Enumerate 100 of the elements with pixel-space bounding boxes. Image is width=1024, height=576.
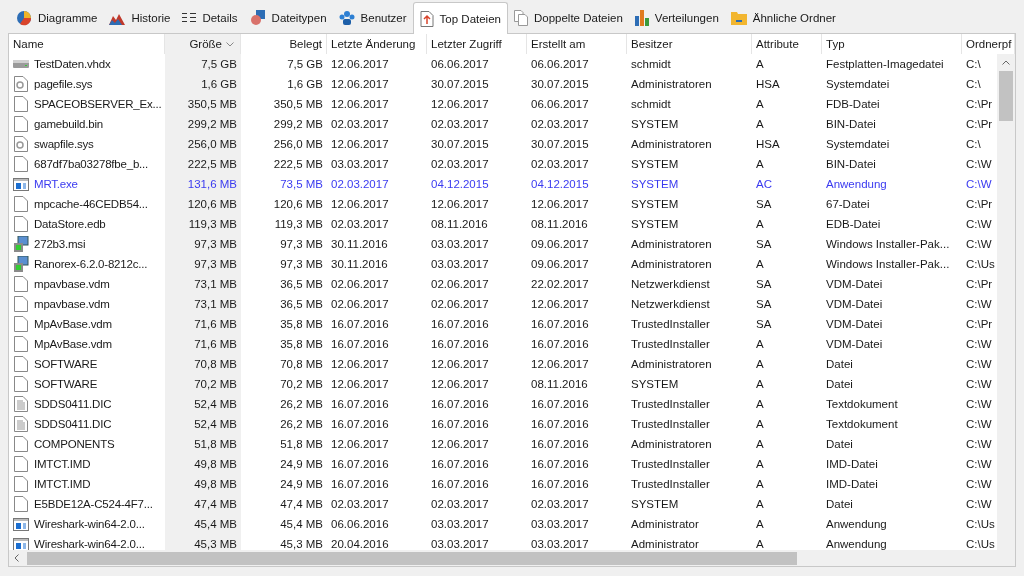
tab[interactable]: Doppelte Dateien [507,3,629,33]
table-cell: 02.03.2017 [331,178,389,190]
tab[interactable]: Verteilungen [628,3,725,33]
sort-caret-icon [226,41,234,47]
table-cell: A [756,258,764,270]
column-header[interactable]: Besitzer [627,34,752,54]
table-cell: Festplatten-Imagedatei [826,58,944,70]
table-cell: 12.06.2017 [431,438,489,450]
table-cell: SA [756,318,772,330]
file-icon [13,156,29,172]
file-icon [13,496,29,512]
table-cell: SYSTEM [631,218,679,230]
table-cell: Textdokument [826,418,898,430]
column-header[interactable]: Letzter Zugriff [427,34,527,54]
table-cell: C:\W [966,158,992,170]
table-cell: Ranorex-6.2.0-8212c... [34,258,148,270]
table-cell: Anwendung [826,518,887,530]
table-cell: 04.12.2015 [431,178,489,190]
file-types-icon [249,10,266,26]
table-cell: Anwendung [826,178,887,190]
table-cell: C:\Us [966,538,995,550]
table-cell: schmidt [631,58,671,70]
table-cell: 03.03.2017 [531,538,589,550]
table-cell: 02.06.2017 [331,278,389,290]
table-cell: Wireshark-win64-2.0... [34,538,145,550]
column-header[interactable]: Typ [822,34,962,54]
table-cell: 08.11.2016 [431,218,488,230]
vertical-scrollbar[interactable] [997,54,1015,550]
table-cell: 299,2 MB [187,118,237,130]
column-header[interactable]: Erstellt am [527,34,627,54]
table-cell: VDM-Datei [826,318,883,330]
scrollbar-thumb[interactable] [999,71,1013,121]
tab[interactable]: Diagramme [10,3,104,33]
table-cell: SYSTEM [631,498,679,510]
table-cell: 687df7ba03278fbe_b... [34,158,149,170]
table-cell: 12.06.2017 [431,98,489,110]
column-header[interactable]: Größe [165,34,241,54]
table-cell: HSA [756,138,780,150]
table-cell: Netzwerkdienst [631,278,710,290]
table-cell: 02.03.2017 [431,498,489,510]
tab[interactable]: Historie [103,3,177,33]
table-cell: 256,0 MB [273,138,323,150]
table-cell: 1,6 GB [201,78,237,90]
table-cell: Administratoren [631,258,712,270]
table-cell: SA [756,298,772,310]
file-icon [13,336,29,352]
table-cell: 97,3 MB [194,258,237,270]
table-cell: 02.06.2017 [431,298,489,310]
installer-icon [13,256,29,272]
table-cell: C:\ [966,78,981,90]
tab[interactable]: Ähnliche Ordner [724,3,842,33]
table-cell: Windows Installer-Pak... [826,258,950,270]
table-cell: TrustedInstaller [631,418,710,430]
table-cell: 70,2 MB [194,378,237,390]
table-cell: TrustedInstaller [631,478,710,490]
table-cell: 30.11.2016 [331,238,388,250]
column-header[interactable]: Attribute [752,34,822,54]
table-cell: 02.03.2017 [331,218,389,230]
table-cell: 350,5 MB [273,98,323,110]
scroll-up-icon [1002,60,1010,65]
table-cell: 120,6 MB [273,198,323,210]
table-cell: C:\Pr [966,98,993,110]
table-cell: C:\W [966,218,992,230]
column-header[interactable]: Letzte Änderung [327,34,427,54]
scrollbar-thumb[interactable] [27,551,797,565]
tab[interactable]: Benutzer [332,3,413,33]
table-cell: Windows Installer-Pak... [826,238,950,250]
table-cell: 36,5 MB [280,278,323,290]
table-cell: VDM-Datei [826,298,883,310]
file-icon [13,196,29,212]
table-cell: IMTCT.IMD [34,478,91,490]
table-cell: A [756,398,764,410]
table-cell: A [756,158,764,170]
file-icon [13,356,29,372]
table-cell: 350,5 MB [187,98,237,110]
table-cell: 16.07.2016 [531,478,589,490]
table-cell: SYSTEM [631,158,679,170]
application-icon [13,537,29,550]
table-cell: 16.07.2016 [431,338,489,350]
table-cell: MRT.exe [34,178,78,190]
table-cell: 70,8 MB [194,358,237,370]
tab[interactable]: Details [176,3,244,33]
table-cell: 272b3.msi [34,238,86,250]
column-header[interactable]: Belegt [241,34,327,54]
table-cell: 09.06.2017 [531,258,589,270]
horizontal-scrollbar[interactable] [9,550,1015,566]
table-cell: 12.06.2017 [531,298,589,310]
table-cell: C:\W [966,498,992,510]
table-cell: Netzwerkdienst [631,298,710,310]
table-cell: IMD-Datei [826,478,878,490]
table-cell: C:\W [966,298,992,310]
tab[interactable]: Top Dateien [412,2,508,34]
application-icon [13,517,29,531]
table-cell: 222,5 MB [187,158,237,170]
tab[interactable]: Dateitypen [243,3,333,33]
table-cell: 16.07.2016 [431,398,489,410]
file-icon [13,296,29,312]
table-cell: 49,8 MB [194,458,237,470]
document-arrow-icon [419,10,434,27]
table-cell: MpAvBase.vdm [34,338,112,350]
